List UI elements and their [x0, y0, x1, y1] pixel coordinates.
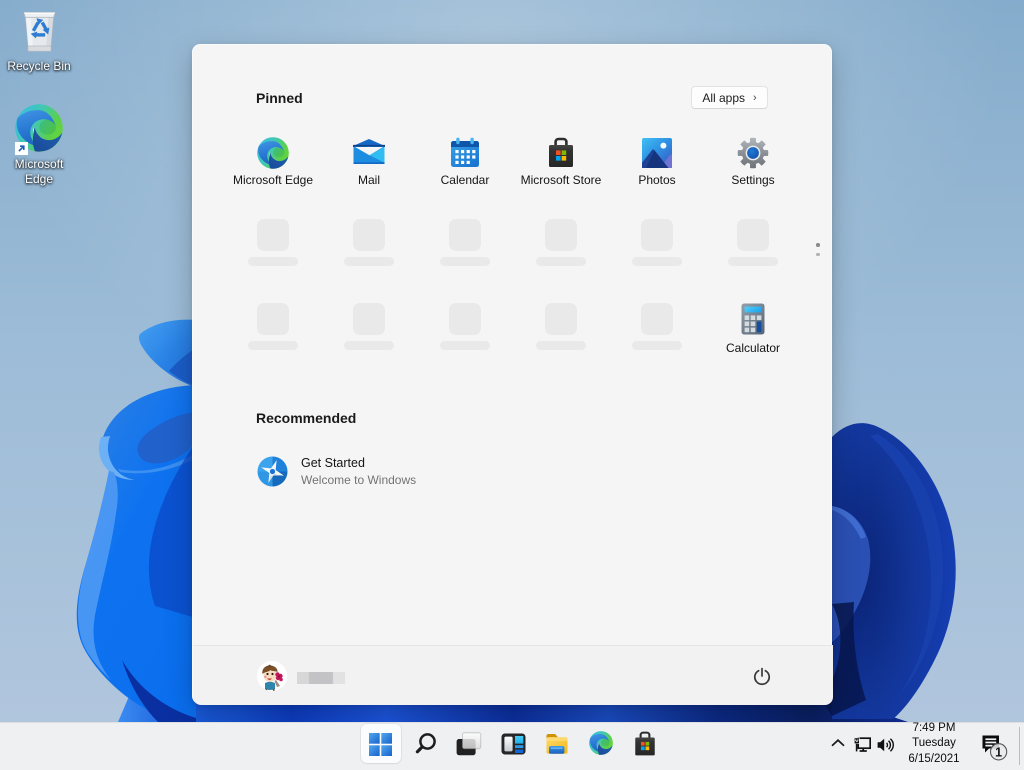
svg-text:1: 1	[995, 745, 1002, 759]
